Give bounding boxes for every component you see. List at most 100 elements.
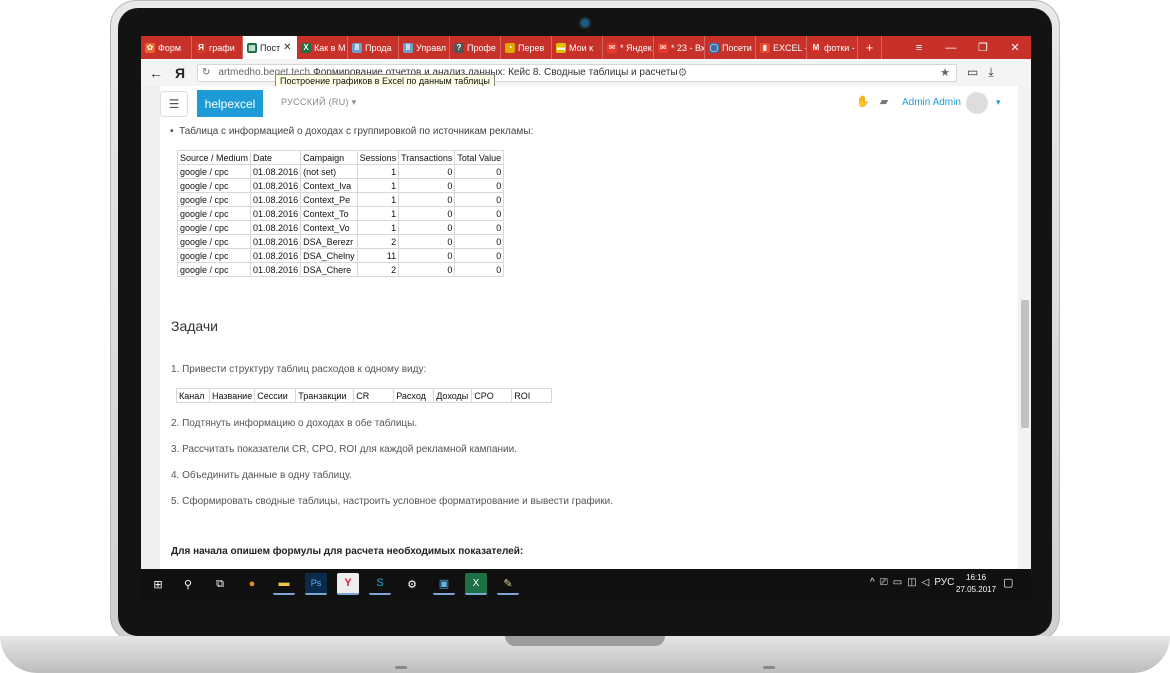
download-icon[interactable]: ⤓	[988, 65, 993, 80]
settings-gear-icon[interactable]: ⚙	[401, 573, 423, 595]
webcam	[581, 19, 589, 27]
battery-icon[interactable]: ▭	[893, 577, 902, 588]
table-cell: 0	[454, 178, 505, 193]
tab-favicon-icon: ◯	[709, 42, 719, 53]
table-cell: 0	[454, 220, 505, 235]
search-icon[interactable]: ⚲	[177, 573, 199, 595]
yandex-browser-icon[interactable]: Y	[337, 573, 359, 595]
notifications-icon[interactable]: ✋	[856, 95, 870, 108]
article-content: • Таблица с информацией о доходах с груп…	[160, 122, 1018, 569]
notifications-center-icon[interactable]: ▢	[1003, 576, 1013, 589]
user-menu-caret-icon[interactable]: ▾	[996, 97, 1001, 108]
tab-label: Прода	[365, 42, 392, 53]
bookmark-star-icon[interactable]: ★	[940, 66, 950, 79]
tab-favicon-icon: 8	[352, 42, 362, 53]
laptop-foot-left	[395, 666, 407, 669]
table-cell: google / cpc	[176, 262, 252, 277]
tab-6[interactable]: ? Профе	[450, 36, 501, 59]
tab-favicon-icon: 8	[403, 42, 413, 53]
table-row: google / cpc 01.08.2016 Context_Iva 1 0 0	[176, 178, 505, 193]
table-cell: 0	[398, 234, 456, 249]
tab-13[interactable]: Mфотки -	[807, 36, 858, 59]
tab-5[interactable]: 8 Управл	[399, 36, 450, 59]
table-cell: google / cpc	[176, 164, 252, 179]
structure-header-cell: Доходы	[433, 388, 473, 403]
tab-favicon-icon: ▦	[247, 42, 257, 53]
photoshop-icon[interactable]: Ps	[305, 573, 327, 595]
tab-1[interactable]: Яграфи	[192, 36, 243, 59]
input-language[interactable]: РУС	[934, 577, 954, 588]
bullet-item: • Таблица с информацией о доходах с груп…	[170, 126, 534, 137]
table-cell: 01.08.2016	[250, 234, 302, 249]
table-cell: 0	[398, 262, 456, 277]
task-1: 1. Привести структуру таблиц расходов к …	[171, 364, 427, 375]
firefox-icon[interactable]: ●	[241, 573, 263, 595]
tab-3[interactable]: X Как в М	[297, 36, 348, 59]
remote-desktop-icon[interactable]: ▣	[433, 573, 455, 595]
minimize-icon[interactable]: —	[935, 36, 967, 59]
volume-icon[interactable]: ◁	[922, 577, 930, 588]
structure-header-cell: Название	[208, 388, 256, 403]
scrollbar-thumb[interactable]	[1021, 300, 1029, 428]
tab-12[interactable]: ▮ EXCEL -	[756, 36, 807, 59]
site-header: ☰ helpexcel РУССКИЙ (RU) ▾ ✋ ▰ Admin Adm…	[160, 86, 1018, 123]
laptop-hinge-notch	[505, 636, 665, 646]
tab-2[interactable]: ▦ Пост ✕	[243, 36, 297, 59]
tab-8[interactable]: ▬ Мои к	[552, 36, 603, 59]
table-cell: Context_To	[300, 206, 358, 221]
tab-7[interactable]: ◔ Перев	[501, 36, 552, 59]
table-cell: 0	[454, 248, 505, 263]
tab-close-icon[interactable]: ✕	[283, 42, 291, 53]
excel-icon[interactable]: X	[465, 573, 487, 595]
table-cell: google / cpc	[176, 220, 252, 235]
task-view-icon[interactable]: ⧉	[209, 573, 231, 595]
network-icon[interactable]: ◫	[907, 577, 916, 588]
tab-4[interactable]: 8 Прода	[348, 36, 399, 59]
yandex-logo[interactable]: Я	[171, 65, 189, 81]
skype-icon[interactable]: S	[369, 573, 391, 595]
tab-label: * 23 - Вх	[671, 42, 705, 53]
structure-header-cell: CR	[353, 388, 395, 403]
table-cell: Context_Iva	[300, 178, 358, 193]
hamburger-menu-button[interactable]: ☰	[160, 91, 188, 117]
table-row: google / cpc 01.08.2016 Context_Vo 1 0 0	[176, 220, 505, 235]
tab-favicon-icon: Я	[196, 42, 206, 53]
tab-favicon-icon: ◔	[505, 42, 515, 53]
browser-tab-bar: ✿ Форм Яграфи ▦ Пост ✕ X Как в М 8 Прода 8 Управл? П…	[141, 36, 1031, 59]
screen-icon[interactable]: ▭	[967, 65, 978, 80]
user-name[interactable]: Admin Admin	[902, 97, 961, 108]
messages-icon[interactable]: ▰	[880, 95, 888, 108]
income-header-cell: Transactions	[398, 150, 456, 165]
windows-taskbar: ⊞ ⚲ ⧉ ● ▬ Ps Y S ⚙ ▣ X ✎ ^ ⎚ ▭ ◫ ◁ РУС 1…	[141, 569, 1031, 599]
restore-icon[interactable]: ❐	[967, 36, 999, 59]
tray-device-icon[interactable]: ⎚	[880, 577, 888, 588]
clock[interactable]: 16:16 27.05.2017	[956, 572, 996, 596]
tab-0[interactable]: ✿ Форм	[141, 36, 192, 59]
new-tab-button[interactable]: +	[858, 36, 882, 59]
income-header-cell: Source / Medium	[176, 150, 252, 165]
file-explorer-icon[interactable]: ▬	[273, 573, 295, 595]
tab-9[interactable]: ✉ * Яндек	[603, 36, 654, 59]
tab-label: Форм	[158, 42, 182, 53]
browser-menu-icon[interactable]: ≡	[903, 36, 935, 59]
start-button[interactable]: ⊞	[147, 573, 169, 595]
tab-11[interactable]: ◯ Посети	[705, 36, 756, 59]
close-window-icon[interactable]: ✕	[999, 36, 1031, 59]
table-cell: (not set)	[300, 164, 358, 179]
user-avatar[interactable]	[966, 92, 988, 114]
table-cell: 0	[454, 164, 505, 179]
tray-expand-icon[interactable]: ^	[870, 577, 875, 588]
language-dropdown[interactable]: РУССКИЙ (RU) ▾	[281, 97, 356, 108]
paint-icon[interactable]: ✎	[497, 573, 519, 595]
reload-icon[interactable]: ↻	[202, 67, 210, 78]
header-icons: ✋ ▰	[856, 95, 888, 108]
table-cell: 1	[356, 192, 400, 207]
tab-label: графи	[209, 42, 235, 53]
tab-label: Профе	[467, 42, 496, 53]
protect-icon[interactable]: ⚙	[678, 66, 688, 79]
table-cell: 01.08.2016	[250, 206, 302, 221]
tab-10[interactable]: ✉ * 23 - Вх	[654, 36, 705, 59]
back-icon[interactable]: ←	[141, 65, 171, 81]
table-row: google / cpc 01.08.2016 (not set) 1 0 0	[176, 164, 505, 179]
site-logo[interactable]: helpexcel	[197, 90, 263, 117]
